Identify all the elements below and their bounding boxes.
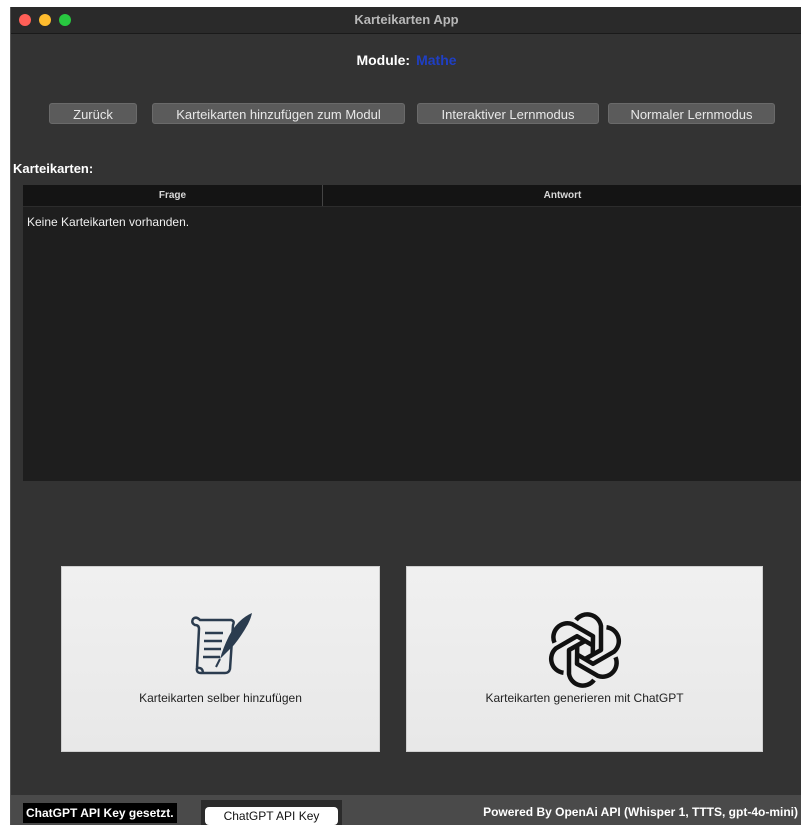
add-cards-manually-card[interactable]: Karteikarten selber hinzufügen — [61, 566, 380, 752]
api-key-button-container: ChatGPT API Key — [201, 800, 342, 825]
table-header: Frage Antwort — [23, 185, 801, 207]
module-name: Mathe — [416, 52, 457, 68]
status-bar: ChatGPT API Key gesetzt. ChatGPT API Key… — [11, 795, 801, 825]
window-title: Karteikarten App — [354, 12, 459, 27]
cards-section-title: Karteikarten: — [13, 161, 94, 176]
normal-learning-mode-button[interactable]: Normaler Lernmodus — [608, 103, 775, 124]
column-header-answer[interactable]: Antwort — [323, 185, 801, 206]
empty-cards-message: Keine Karteikarten vorhanden. — [27, 215, 190, 229]
add-cards-manually-label: Karteikarten selber hinzufügen — [139, 691, 302, 705]
scroll-quill-icon — [191, 613, 252, 675]
cards-table[interactable]: Frage Antwort Keine Karteikarten vorhand… — [23, 185, 801, 481]
module-header: Module: Mathe — [11, 52, 801, 68]
column-header-question[interactable]: Frage — [23, 185, 322, 206]
openai-logo-icon — [548, 612, 622, 688]
module-label: Module: — [356, 52, 411, 68]
back-button[interactable]: Zurück — [49, 103, 137, 124]
generate-cards-chatgpt-card[interactable]: Karteikarten generieren mit ChatGPT — [406, 566, 763, 752]
api-key-status: ChatGPT API Key gesetzt. — [23, 803, 177, 823]
app-window: Karteikarten App Module: Mathe Zurück Kar… — [10, 7, 801, 825]
title-bar: Karteikarten App — [11, 7, 801, 34]
generate-cards-chatgpt-label: Karteikarten generieren mit ChatGPT — [485, 691, 684, 705]
powered-by-text: Powered By OpenAi API (Whisper 1, TTTS, … — [483, 805, 798, 819]
chatgpt-api-key-button[interactable]: ChatGPT API Key — [205, 807, 338, 825]
interactive-learning-mode-button[interactable]: Interaktiver Lernmodus — [417, 103, 599, 124]
add-cards-to-module-button[interactable]: Karteikarten hinzufügen zum Modul — [152, 103, 405, 124]
